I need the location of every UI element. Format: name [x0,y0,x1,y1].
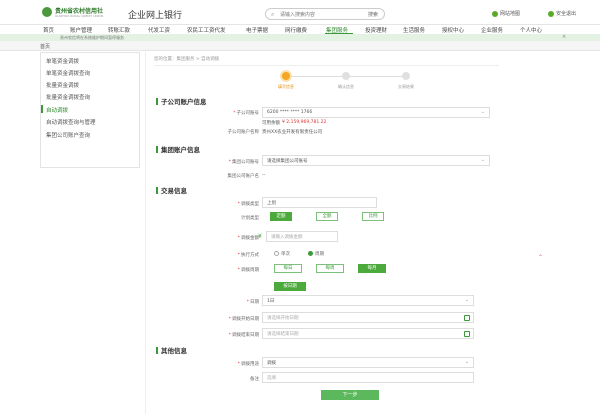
amount-input[interactable]: 请输入调拨金额 [266,231,338,242]
day-select[interactable]: 1日 ⌄ [262,295,474,306]
exec-label: *执行方式 [237,253,259,258]
freq-option-daily[interactable]: 每日 [274,264,302,273]
sub-name-label: 子公司账户名称 [227,130,260,135]
nav-item-invest[interactable]: 投资理财 [365,26,387,34]
section-trade-title: 交易信息 [156,185,187,195]
sub-account-select[interactable]: 6200 **** **** 1766 ⌄ [262,107,490,118]
nav-item-enterprise[interactable]: 企业服务 [481,26,503,34]
calendar-icon[interactable] [464,315,470,321]
exec-option-once[interactable]: 单次 [274,251,290,257]
nav-item-personal[interactable]: 个人中心 [520,26,542,34]
sidebar-item-batch-transfer[interactable]: 批量资金调拨 [46,81,79,89]
sidebar-item-single-query[interactable]: 单笔资金调拨查询 [46,69,90,77]
mode-label: 计划类型 [241,216,259,221]
mode-option-full[interactable]: 全额 [316,212,338,221]
step-1-dot [282,72,290,80]
chevron-down-icon: ⌄ [464,297,469,303]
chevron-down-icon: ⌄ [480,109,485,115]
tab-home[interactable]: 首页 [40,43,50,50]
step-2-label: 确认信息 [338,84,354,89]
start-label: *调拨开始日期 [228,317,259,322]
amount-label: *调拨金额 [237,236,259,241]
group-account-select[interactable]: 请选择集团公司账号 ⌄ [262,155,490,166]
power-icon [548,10,554,17]
freq-label: *调拨周期 [237,268,259,273]
nav-item-home[interactable]: 首页 [43,26,54,34]
day-label: *日期 [246,300,259,305]
notice-bar: 贵州农信将在系统维护期间暂停服务 × [0,34,600,41]
scroll-top-icon[interactable]: ⌃ [538,254,543,261]
step-3-dot [402,72,410,80]
tab-bar: 首页 [0,41,600,51]
calendar-icon[interactable] [464,331,470,337]
map-icon [492,10,498,17]
search-button[interactable]: 搜索 [368,11,378,18]
nav-item-auth[interactable]: 授权中心 [442,26,464,34]
freq-option-monthly[interactable]: 每月 [358,264,386,273]
freq-sub-by-date[interactable]: 按日期 [274,282,306,291]
nav-item-bills[interactable]: 电子票据 [246,26,268,34]
group-name-value: -- [262,173,266,178]
nav-item-migrant-payroll[interactable]: 农民工工资代发 [187,26,226,34]
site-map-label: 网站地图 [500,11,521,17]
sub-account-label: *子公司账号 [233,111,259,116]
search-icon: ⌕ [271,11,275,18]
mode-option-fixed[interactable]: 定额 [270,212,292,221]
logout-label: 安全退出 [556,11,577,17]
system-title: 企业网上银行 [128,11,183,21]
search-box: ⌕ 搜索 [265,8,385,20]
nav-item-account[interactable]: 账户管理 [70,26,92,34]
use-select[interactable]: 调拨 ⌄ [262,357,474,368]
exec-option-cycle[interactable]: 周期 [308,251,324,257]
sidebar-item-auto-manage[interactable]: 自动调拨查询与管理 [46,118,96,126]
freq-option-weekly[interactable]: 每周 [316,264,344,273]
search-input[interactable] [280,10,350,19]
sidebar-item-group-account[interactable]: 集团公司账户查询 [46,131,90,139]
group-account-label: *集团公司账号 [228,160,259,165]
start-date-input[interactable]: 请选择开始日期 [262,312,474,323]
breadcrumb: 您的位置：集团服务 > 自动调拨 [154,57,220,62]
nav-item-life[interactable]: 生活服务 [403,26,425,34]
nav-item-transfer[interactable]: 转账汇款 [108,26,130,34]
use-label: *调拨用途 [237,362,259,367]
end-label: *调拨结束日期 [228,333,259,338]
main-nav: 首页 账户管理 转账汇款 代发工资 农民工工资代发 电子票据 网行缴费 集团服务… [0,24,600,35]
remark-input[interactable]: 选填 [262,372,474,383]
main-content: 您的位置：集团服务 > 自动调拨 填写信息 确认信息 交易结果 子公司账户信息 … [145,52,505,414]
bank-name-en: GUIZHOU RURAL CREDIT UNION [55,14,104,18]
nav-item-payment[interactable]: 网行缴费 [285,26,307,34]
remark-label: 备注 [250,377,259,382]
step-1-label: 填写信息 [278,84,294,89]
end-date-input[interactable]: 请选择结束日期 [262,328,474,339]
divider [154,65,499,66]
logout-link[interactable]: 安全退出 [548,10,576,17]
header: 贵州省农村信用社 GUIZHOU RURAL CREDIT UNION 企业网上… [0,0,600,24]
sidebar: 单笔资金调拨 单笔资金调拨查询 批量资金调拨 批量资金调拨查询 自动调拨 自动调… [40,52,140,168]
bank-logo-icon [42,7,52,17]
site-map-link[interactable]: 网站地图 [492,10,520,17]
sub-name-value: 贵州XX农业开发有限责任公司 [262,130,323,135]
step-2-dot [342,72,350,80]
section-group-title: 集团账户信息 [156,144,200,154]
balance-value: ¥ 2,159,969,781.22 [282,120,327,125]
type-label: *调拨类型 [237,202,259,207]
balance-label: 可用余额 [262,121,280,126]
group-name-label: 集团公司账户名 [227,174,260,179]
type-select[interactable]: 上划 [262,197,377,208]
sidebar-item-single-transfer[interactable]: 单笔资金调拨 [46,57,79,65]
close-icon[interactable]: × [562,34,566,40]
next-button[interactable]: 下一步 [321,390,379,400]
yuan-icon: ¥ [258,233,262,240]
chevron-down-icon: ⌄ [480,157,485,163]
nav-item-payroll[interactable]: 代发工资 [148,26,170,34]
sidebar-active-indicator [41,105,43,113]
chevron-down-icon: ⌄ [464,359,469,365]
step-3-label: 交易结果 [398,84,414,89]
section-sub-title: 子公司账户信息 [156,96,207,106]
section-other-title: 其他信息 [156,345,187,355]
mode-option-ratio[interactable]: 比例 [362,212,384,221]
sidebar-item-auto-transfer[interactable]: 自动调拨 [46,106,68,114]
sidebar-item-batch-query[interactable]: 批量资金调拨查询 [46,93,90,101]
